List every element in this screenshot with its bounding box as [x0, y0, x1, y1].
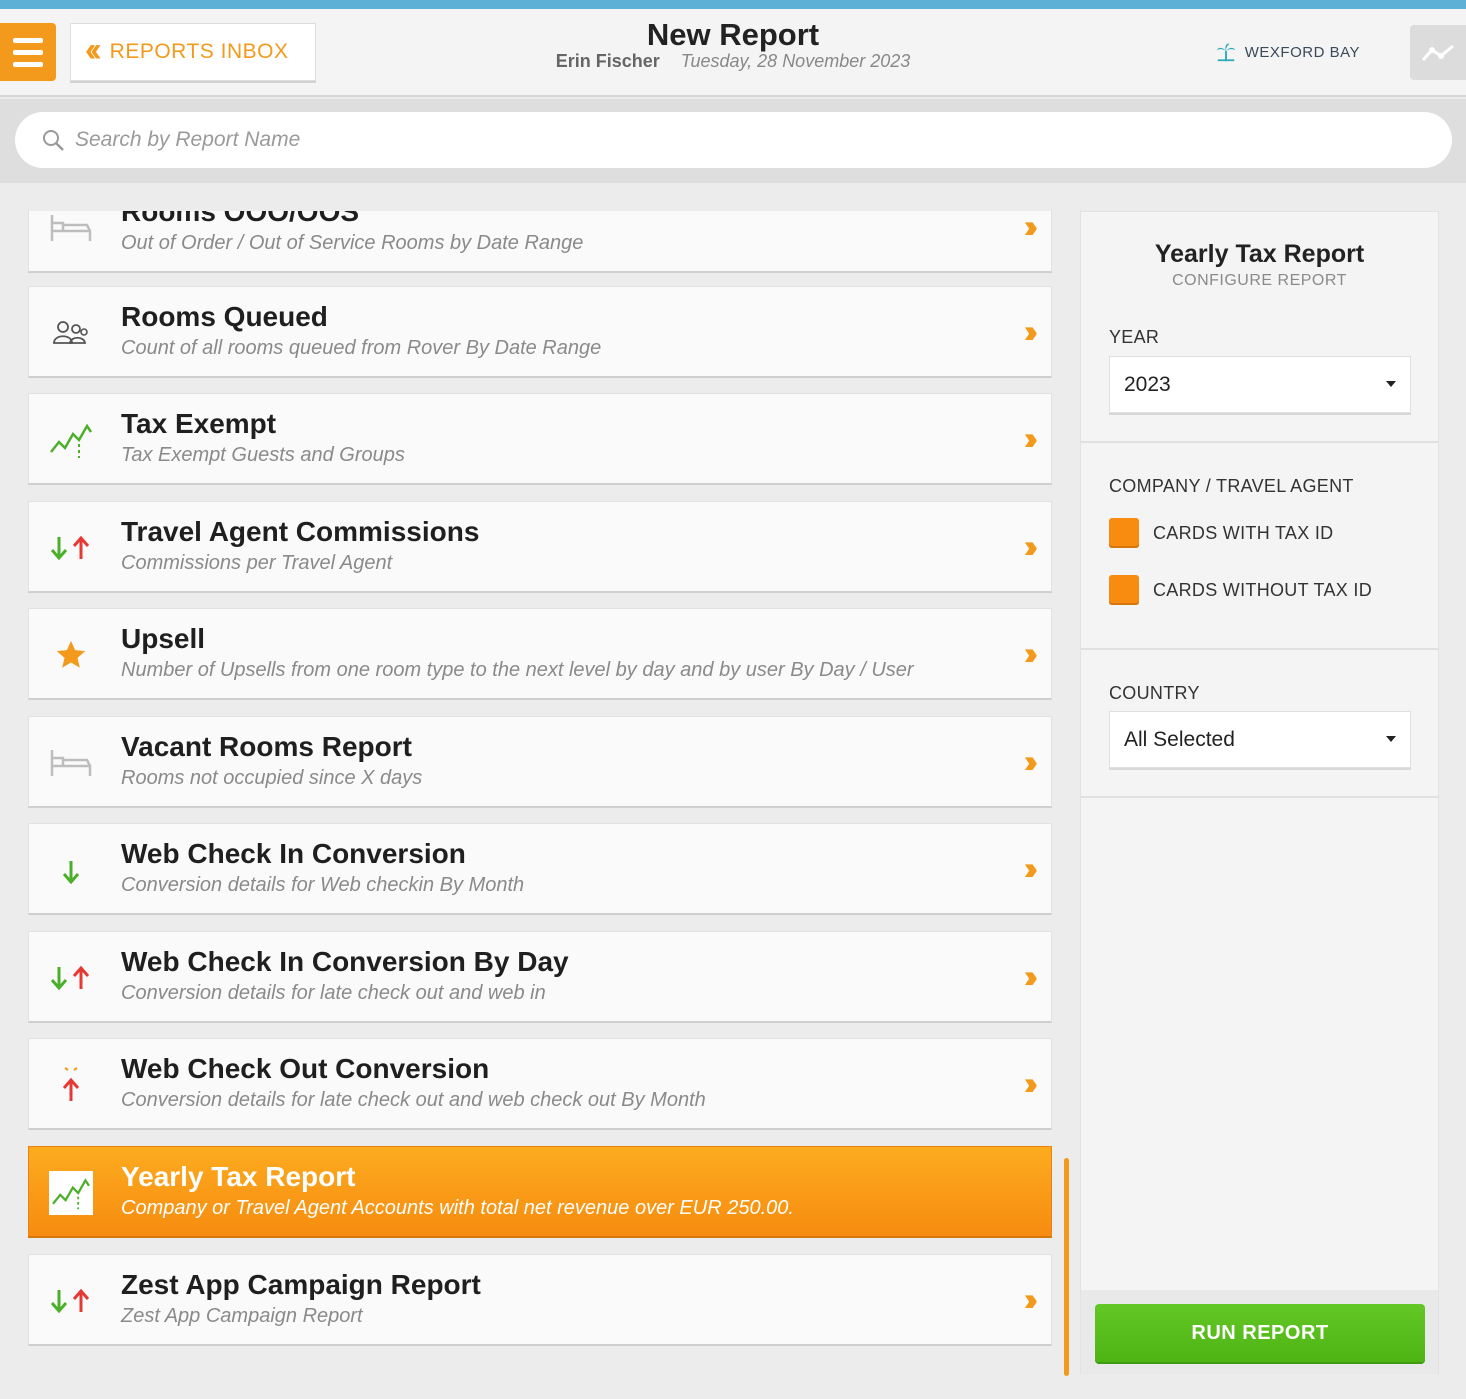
report-title: Upsell [121, 623, 206, 654]
report-description: Zest App Campaign Report [121, 1305, 363, 1327]
cards-with-tax-id-checkbox[interactable]: CARDS WITH TAX ID [1109, 518, 1333, 548]
trend-chart-icon [49, 418, 93, 462]
checkbox-label: CARDS WITHOUT TAX ID [1153, 579, 1373, 600]
report-list: Rooms OOO/OOS Out of Order / Out of Serv… [28, 211, 1053, 1399]
caret-down-icon [1386, 381, 1396, 387]
panel-title: Yearly Tax Report [1154, 240, 1365, 268]
search-bar-area [0, 99, 1466, 183]
report-item-vacant-rooms[interactable]: Vacant Rooms Report Rooms not occupied s… [28, 716, 1052, 808]
panel-subtitle: CONFIGURE REPORT [1172, 272, 1347, 289]
divider [1081, 648, 1438, 650]
configure-report-panel: Yearly Tax Report CONFIGURE REPORT YEAR … [1080, 211, 1439, 1374]
up-down-arrows-icon [49, 1279, 93, 1323]
top-accent-bar [0, 0, 1466, 9]
report-description: Conversion details for late check out an… [121, 982, 546, 1004]
report-title: Tax Exempt [121, 408, 277, 439]
report-title: Vacant Rooms Report [121, 731, 412, 762]
double-chevron-right-icon: ›› [1023, 1281, 1039, 1317]
search-input[interactable] [75, 128, 1375, 152]
arrow-down-icon [49, 848, 93, 892]
run-report-button[interactable]: RUN REPORT [1095, 1304, 1425, 1362]
company-travel-agent-label: COMPANY / TRAVEL AGENT [1109, 476, 1354, 496]
double-chevron-right-icon: ›› [1023, 313, 1039, 349]
bed-icon [49, 741, 93, 785]
business-date: Tuesday, 28 November 2023 [680, 51, 911, 71]
double-chevron-right-icon: ›› [1023, 850, 1039, 886]
checkbox-icon [1109, 575, 1139, 605]
country-label: COUNTRY [1109, 683, 1200, 703]
double-chevron-right-icon: ›› [1023, 1065, 1039, 1101]
double-chevron-right-icon: ›› [1023, 958, 1039, 994]
report-title: Web Check In Conversion By Day [121, 946, 569, 977]
caret-down-icon [1386, 736, 1396, 742]
double-chevron-right-icon: ›› [1023, 211, 1039, 244]
trend-chart-icon [49, 1171, 93, 1215]
divider [1081, 796, 1438, 798]
report-description: Company or Travel Agent Accounts with to… [121, 1197, 794, 1219]
double-chevron-right-icon: ›› [1023, 528, 1039, 564]
up-down-arrows-icon [49, 526, 93, 570]
report-item-web-check-in-conversion[interactable]: Web Check In Conversion Conversion detai… [28, 823, 1052, 915]
bed-icon [49, 211, 93, 250]
user-name: Erin Fischer [555, 51, 660, 71]
report-item-travel-agent-commissions[interactable]: Travel Agent Commissions Commissions per… [28, 501, 1052, 593]
network-signal-icon [1421, 44, 1454, 61]
country-value: All Selected [1124, 727, 1235, 751]
hotel-switcher[interactable]: WEXFORD BAY [1215, 41, 1360, 63]
report-description: Number of Upsells from one room type to … [121, 659, 914, 681]
report-description: Rooms not occupied since X days [121, 767, 423, 789]
header: ‹‹ REPORTS INBOX New Report Erin Fischer… [0, 9, 1466, 97]
search-box[interactable] [15, 112, 1452, 168]
report-description: Count of all rooms queued from Rover By … [121, 337, 602, 359]
country-select[interactable]: All Selected [1109, 711, 1411, 768]
report-title: Yearly Tax Report [121, 1161, 356, 1192]
report-item-web-check-in-conversion-by-day[interactable]: Web Check In Conversion By Day Conversio… [28, 931, 1052, 1023]
report-item-yearly-tax-report-selected[interactable]: Yearly Tax Report Company or Travel Agen… [28, 1146, 1052, 1238]
checkbox-label: CARDS WITH TAX ID [1153, 522, 1334, 543]
report-item-zest-app-campaign[interactable]: Zest App Campaign Report Zest App Campai… [28, 1254, 1052, 1346]
checkbox-icon [1109, 518, 1139, 548]
report-description: Tax Exempt Guests and Groups [121, 444, 405, 466]
year-value: 2023 [1124, 372, 1171, 396]
year-select[interactable]: 2023 [1109, 356, 1411, 413]
star-icon [49, 633, 93, 677]
divider [1081, 441, 1438, 443]
up-down-arrows-icon [49, 956, 93, 1000]
report-description: Conversion details for late check out an… [121, 1089, 706, 1111]
search-icon [43, 130, 64, 151]
double-chevron-right-icon: ›› [1023, 635, 1039, 671]
report-item-tax-exempt[interactable]: Tax Exempt Tax Exempt Guests and Groups … [28, 393, 1052, 485]
arrow-up-icon [49, 1063, 93, 1107]
report-item-rooms-ooo-oos[interactable]: Rooms OOO/OOS Out of Order / Out of Serv… [28, 211, 1052, 273]
double-chevron-right-icon: ›› [1023, 420, 1039, 456]
people-icon [49, 311, 93, 355]
report-description: Commissions per Travel Agent [121, 552, 393, 574]
report-item-web-check-out-conversion[interactable]: Web Check Out Conversion Conversion deta… [28, 1038, 1052, 1130]
report-item-rooms-queued[interactable]: Rooms Queued Count of all rooms queued f… [28, 286, 1052, 378]
report-description: Conversion details for Web checkin By Mo… [121, 874, 525, 896]
hotel-name: WEXFORD BAY [1244, 43, 1360, 61]
year-label: YEAR [1109, 327, 1160, 347]
list-scrollbar[interactable] [1064, 1158, 1069, 1376]
report-title: Web Check In Conversion [121, 838, 466, 869]
report-item-upsell[interactable]: Upsell Number of Upsells from one room t… [28, 608, 1052, 700]
report-title: Web Check Out Conversion [121, 1053, 490, 1084]
connection-status-button[interactable] [1410, 25, 1466, 80]
palm-tree-icon [1216, 43, 1235, 62]
cards-without-tax-id-checkbox[interactable]: CARDS WITHOUT TAX ID [1109, 575, 1372, 605]
report-title: Zest App Campaign Report [121, 1269, 481, 1300]
report-description: Out of Order / Out of Service Rooms by D… [121, 232, 584, 254]
report-title: Travel Agent Commissions [121, 516, 480, 547]
report-title: Rooms OOO/OOS [121, 211, 360, 227]
double-chevron-right-icon: ›› [1023, 743, 1039, 779]
report-title: Rooms Queued [121, 301, 328, 332]
